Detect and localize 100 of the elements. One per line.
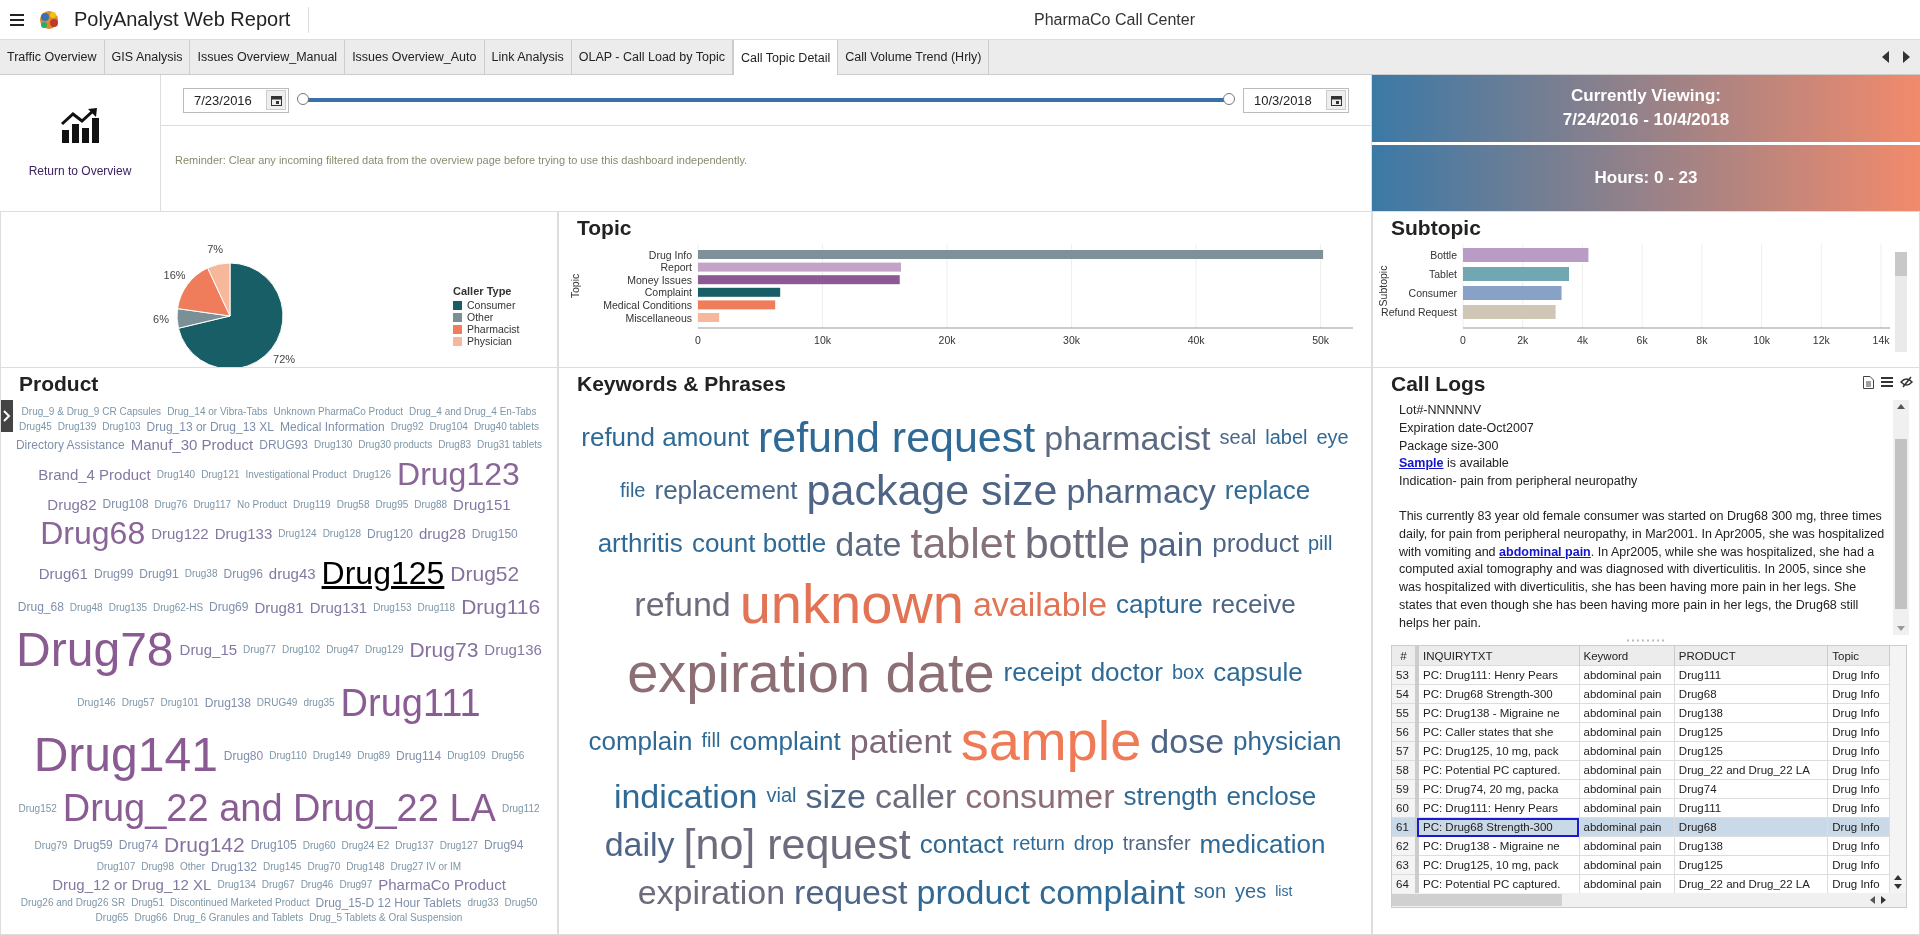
cloud-word[interactable]: complaint <box>729 725 841 757</box>
cloud-word[interactable]: Drug88 <box>414 498 448 511</box>
cloud-word[interactable]: date <box>835 523 902 564</box>
cloud-word[interactable]: bottle <box>1024 518 1130 569</box>
cloud-word[interactable]: patient <box>849 720 952 761</box>
cloud-word[interactable]: No Product <box>237 498 288 511</box>
cloud-word[interactable]: tablet <box>910 518 1016 569</box>
cloud-word[interactable]: Drug57 <box>121 697 155 709</box>
scroll-up-icon[interactable] <box>1894 875 1902 880</box>
cloud-word[interactable]: Manuf_30 Product <box>130 436 254 454</box>
cloud-word[interactable]: Drug127 <box>439 839 479 852</box>
bar[interactable] <box>698 287 781 297</box>
cloud-word[interactable]: Drug_13 or Drug_13 XL <box>146 419 274 435</box>
cloud-word[interactable]: Drug104 <box>429 421 468 433</box>
cloud-word[interactable]: refund amount <box>581 422 749 453</box>
cloud-word[interactable]: Drug94 <box>484 838 524 853</box>
cloud-word[interactable]: Drug70 <box>307 861 341 873</box>
cloud-word[interactable]: pharmacy <box>1066 470 1216 511</box>
cloud-word[interactable]: Drug26 and Drug26 SR <box>20 897 126 909</box>
cloud-word[interactable]: Directory Assistance <box>15 437 125 453</box>
cloud-word[interactable]: Drug139 <box>57 421 97 433</box>
cloud-word[interactable]: Drug121 <box>201 468 240 481</box>
cloud-word[interactable]: Drug128 <box>322 528 361 541</box>
cloud-word[interactable]: Drug47 <box>326 644 360 657</box>
cloud-word[interactable]: DRUG49 <box>256 697 298 709</box>
cloud-word[interactable]: receive <box>1211 588 1296 620</box>
cloud-word[interactable]: request <box>794 871 908 912</box>
cloud-word[interactable]: dose <box>1150 720 1225 761</box>
cloud-word[interactable]: Drug38 <box>184 568 218 581</box>
cloud-word[interactable]: enclose <box>1226 780 1317 812</box>
cloud-word[interactable]: Drug135 <box>108 601 148 614</box>
end-date-field[interactable]: 10/3/2018 <box>1243 87 1349 113</box>
cloud-word[interactable]: Drug27 IV or IM <box>390 861 462 873</box>
cloud-word[interactable]: sample <box>960 707 1142 774</box>
cloud-word[interactable]: list <box>1275 883 1293 900</box>
cloud-word[interactable]: Drug66 <box>134 912 168 924</box>
cloud-word[interactable]: seal <box>1219 425 1257 450</box>
cloud-word[interactable]: Drug45 <box>19 421 52 433</box>
cloud-word[interactable]: Drug138 <box>204 695 251 711</box>
calendar-icon[interactable] <box>270 94 282 106</box>
scroll-right-icon[interactable] <box>1881 896 1886 904</box>
cloud-word[interactable]: pharmacist <box>1044 417 1211 458</box>
cloud-word[interactable]: Drug_9 & Drug_9 CR Capsules <box>21 406 162 418</box>
cloud-word[interactable]: drug35 <box>303 697 335 709</box>
cloud-word[interactable]: Drug141 <box>33 727 218 785</box>
cloud-word[interactable]: refund request <box>757 412 1036 463</box>
cloud-word[interactable]: medication <box>1199 828 1326 860</box>
cloud-word[interactable]: Drug119 <box>293 498 331 511</box>
return-link[interactable]: Return to Overview <box>28 164 132 178</box>
cloud-word[interactable]: label <box>1265 425 1308 450</box>
cloud-word[interactable]: Drug67 <box>261 879 295 891</box>
cloud-word[interactable]: replacement <box>654 475 798 506</box>
cloud-word[interactable]: Drug_15 <box>179 641 238 660</box>
cloud-word[interactable]: Drug_22 and Drug_22 LA <box>62 786 496 831</box>
cloud-word[interactable]: Drug99 <box>93 567 134 582</box>
cloud-word[interactable]: Drug132 <box>211 859 258 875</box>
cloud-word[interactable]: product <box>1212 528 1299 559</box>
cloud-word[interactable]: Drug50 <box>504 897 538 909</box>
document-icon[interactable] <box>1863 376 1874 389</box>
column-header[interactable]: # <box>1392 646 1417 666</box>
cloud-word[interactable]: Drug31 tablets <box>477 439 543 451</box>
cloud-word[interactable]: Drug46 <box>300 879 334 891</box>
cloud-word[interactable]: Drug142 <box>164 833 245 858</box>
cloud-word[interactable]: Drug126 <box>352 468 392 481</box>
chart-icon[interactable] <box>60 108 100 144</box>
cloud-word[interactable]: Drug148 <box>346 861 385 873</box>
cloud-word[interactable]: Drug137 <box>395 839 434 852</box>
cloud-word[interactable]: Drug97 <box>339 879 373 891</box>
cloud-word[interactable]: fill <box>701 729 721 753</box>
cloud-word[interactable]: unknown <box>739 571 964 638</box>
cloud-word[interactable]: Drug65 <box>95 912 129 924</box>
cloud-word[interactable]: drug28 <box>419 525 466 544</box>
cloud-word[interactable]: son <box>1193 879 1227 904</box>
cloud-word[interactable]: consumer <box>965 776 1115 817</box>
keyword-link[interactable]: abdominal pain <box>1499 544 1591 559</box>
keyword-link[interactable]: Sample <box>1399 456 1444 471</box>
cloud-word[interactable]: Drug30 products <box>358 439 433 451</box>
cloud-word[interactable]: pain <box>1138 523 1204 564</box>
cloud-word[interactable]: Drug62-HS <box>153 601 204 614</box>
hidden-icon[interactable] <box>1900 376 1913 388</box>
cloud-word[interactable]: contact <box>919 828 1004 860</box>
cloud-word[interactable]: daily <box>604 823 675 864</box>
cloud-word[interactable]: Drug118 <box>417 601 456 614</box>
cloud-word[interactable]: drop <box>1073 832 1114 856</box>
cloud-word[interactable]: Drug109 <box>447 749 486 762</box>
bar[interactable] <box>698 275 900 285</box>
cloud-word[interactable]: Drug102 <box>281 644 321 657</box>
cloud-word[interactable]: Drug110 <box>269 749 307 762</box>
cloud-word[interactable]: Drug105 <box>250 838 297 853</box>
cloud-word[interactable]: box <box>1171 660 1205 685</box>
scroll-left-icon[interactable] <box>1870 896 1875 904</box>
cloud-word[interactable]: Drug48 <box>69 601 103 614</box>
cloud-word[interactable]: Drug123 <box>397 455 520 494</box>
cloud-word[interactable]: pill <box>1307 531 1333 556</box>
calendar-icon[interactable] <box>1330 94 1342 106</box>
cloud-word[interactable]: Drug116 <box>461 595 541 620</box>
cloud-word[interactable]: Drug69 <box>209 600 249 615</box>
cloud-word[interactable]: Drug68 <box>40 515 146 554</box>
cloud-word[interactable]: Drug136 <box>484 641 542 660</box>
cloud-word[interactable]: Drug81 <box>254 598 304 617</box>
